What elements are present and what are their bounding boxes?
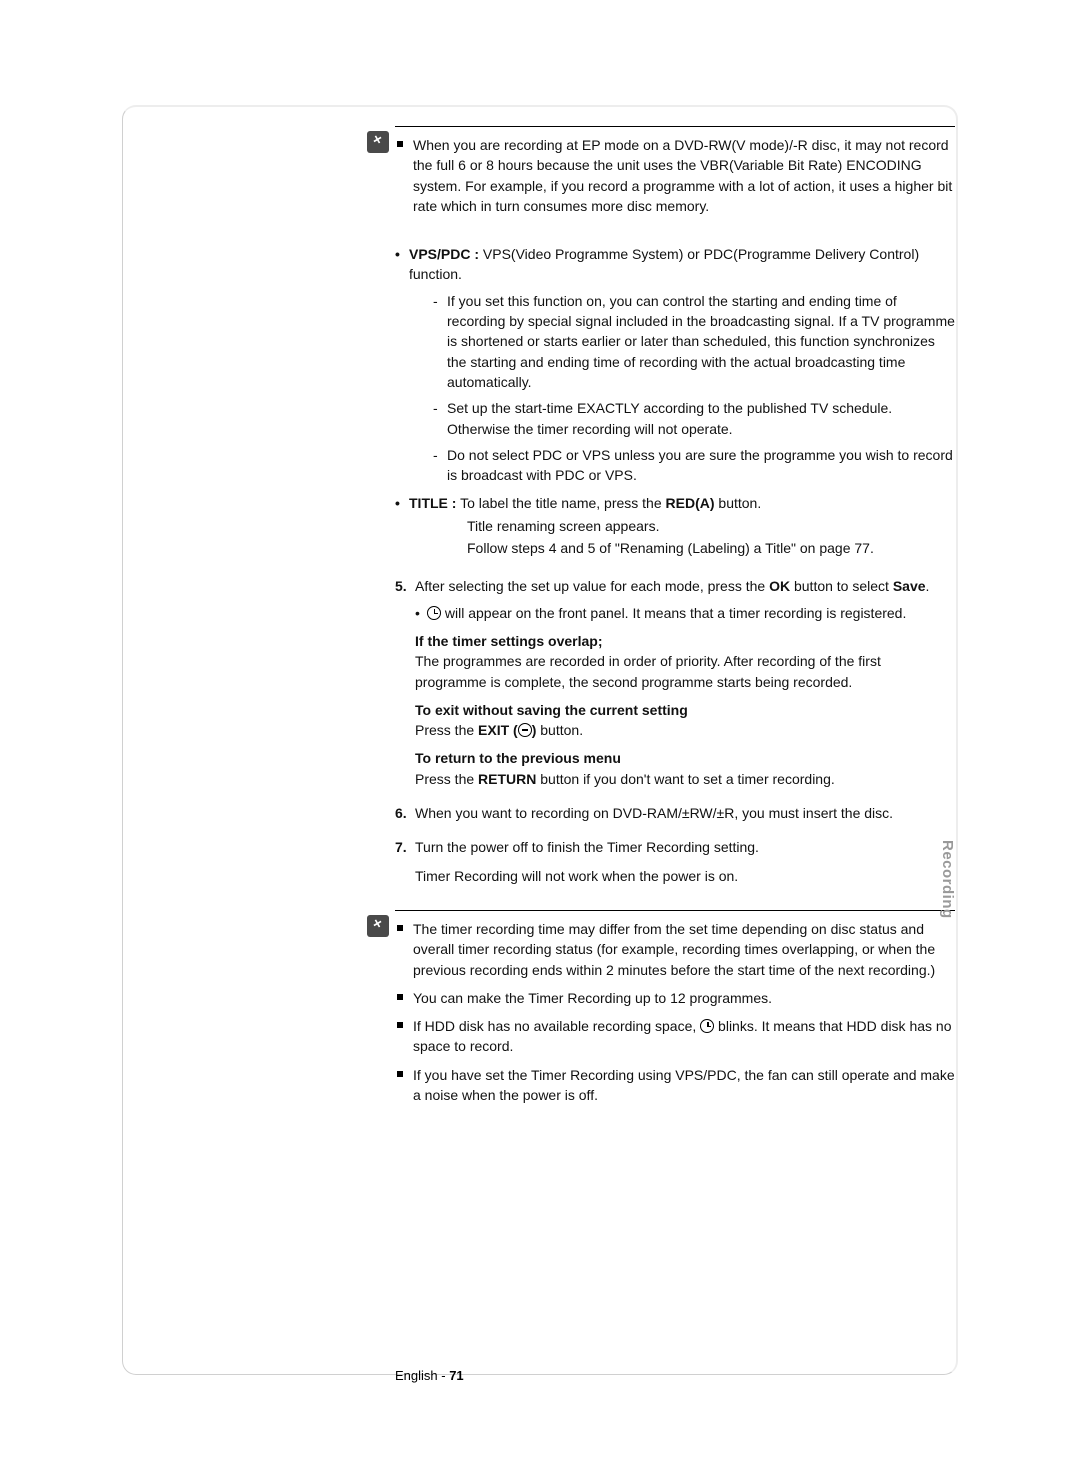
step5-t3: .	[926, 578, 930, 594]
exit-t2: button.	[536, 722, 583, 738]
page-footer: English - 71	[395, 1367, 464, 1386]
title-sub1: Title renaming screen appears.	[409, 516, 955, 536]
step5-inner: will appear on the front panel. It means…	[415, 603, 955, 623]
step7-t1: Turn the power off to finish the Timer R…	[415, 839, 759, 855]
note2-i3: If HDD disk has no available recording s…	[413, 1016, 955, 1057]
side-tab-recording: Recording	[936, 840, 958, 919]
vps-pdc-item: VPS/PDC : VPS(Video Programme System) or…	[395, 244, 955, 485]
step5-inner-a: will appear on the front panel. It means…	[441, 605, 906, 621]
footer-sep: -	[438, 1368, 450, 1383]
note1-item1: When you are recording at EP mode on a D…	[413, 135, 955, 216]
overlap-heading: If the timer settings overlap;	[415, 633, 602, 649]
note-box-1: When you are recording at EP mode on a D…	[395, 126, 955, 216]
vps-d1: If you set this function on, you can con…	[437, 291, 955, 392]
overlap-text: The programmes are recorded in order of …	[415, 653, 881, 689]
clock-icon	[427, 606, 441, 620]
step5-num: 5.	[395, 576, 407, 596]
step7-num: 7.	[395, 837, 407, 857]
footer-page: 71	[449, 1368, 463, 1383]
step-7: 7. Turn the power off to finish the Time…	[395, 837, 955, 886]
return-t2: button if you don't want to set a timer …	[536, 771, 834, 787]
main-content: When you are recording at EP mode on a D…	[395, 126, 955, 1133]
clock-icon	[700, 1019, 714, 1033]
title-label: TITLE :	[409, 495, 456, 511]
return-button-label: RETURN	[478, 771, 536, 787]
step-6: 6. When you want to recording on DVD-RAM…	[395, 803, 955, 823]
exit-heading: To exit without saving the current setti…	[415, 702, 688, 718]
return-heading: To return to the previous menu	[415, 750, 621, 766]
note2-i2: You can make the Timer Recording up to 1…	[413, 988, 955, 1008]
note-box-2: The timer recording time may differ from…	[395, 910, 955, 1105]
step7-t2: Timer Recording will not work when the p…	[415, 866, 955, 886]
red-a-button-label: RED(A)	[666, 495, 715, 511]
title-desc-b: button.	[715, 495, 762, 511]
step6-num: 6.	[395, 803, 407, 823]
step5-t2: button to select	[790, 578, 893, 594]
vps-d2: Set up the start-time EXACTLY according …	[437, 398, 955, 439]
note2-i1: The timer recording time may differ from…	[413, 919, 955, 980]
return-t1: Press the	[415, 771, 478, 787]
step6-t: When you want to recording on DVD-RAM/±R…	[415, 805, 893, 821]
save-label: Save	[893, 578, 926, 594]
note-icon	[367, 131, 389, 153]
footer-lang: English	[395, 1368, 438, 1383]
vps-desc: VPS(Video Programme System) or PDC(Progr…	[409, 246, 919, 282]
vps-d3: Do not select PDC or VPS unless you are …	[437, 445, 955, 486]
step5-t1: After selecting the set up value for eac…	[415, 578, 769, 594]
note2-i4: If you have set the Timer Recording usin…	[413, 1065, 955, 1106]
title-desc-a: To label the title name, press the	[456, 495, 665, 511]
exit-icon	[518, 723, 532, 737]
exit-t1: Press the	[415, 722, 478, 738]
title-sub2: Follow steps 4 and 5 of "Renaming (Label…	[409, 538, 955, 558]
exit-button-label: EXIT (	[478, 722, 518, 738]
note2-i3a: If HDD disk has no available recording s…	[413, 1018, 700, 1034]
title-item: TITLE : To label the title name, press t…	[395, 493, 955, 558]
ok-button-label: OK	[769, 578, 790, 594]
note-icon	[367, 915, 389, 937]
vps-label: VPS/PDC :	[409, 246, 479, 262]
step-5: 5. After selecting the set up value for …	[395, 576, 955, 789]
